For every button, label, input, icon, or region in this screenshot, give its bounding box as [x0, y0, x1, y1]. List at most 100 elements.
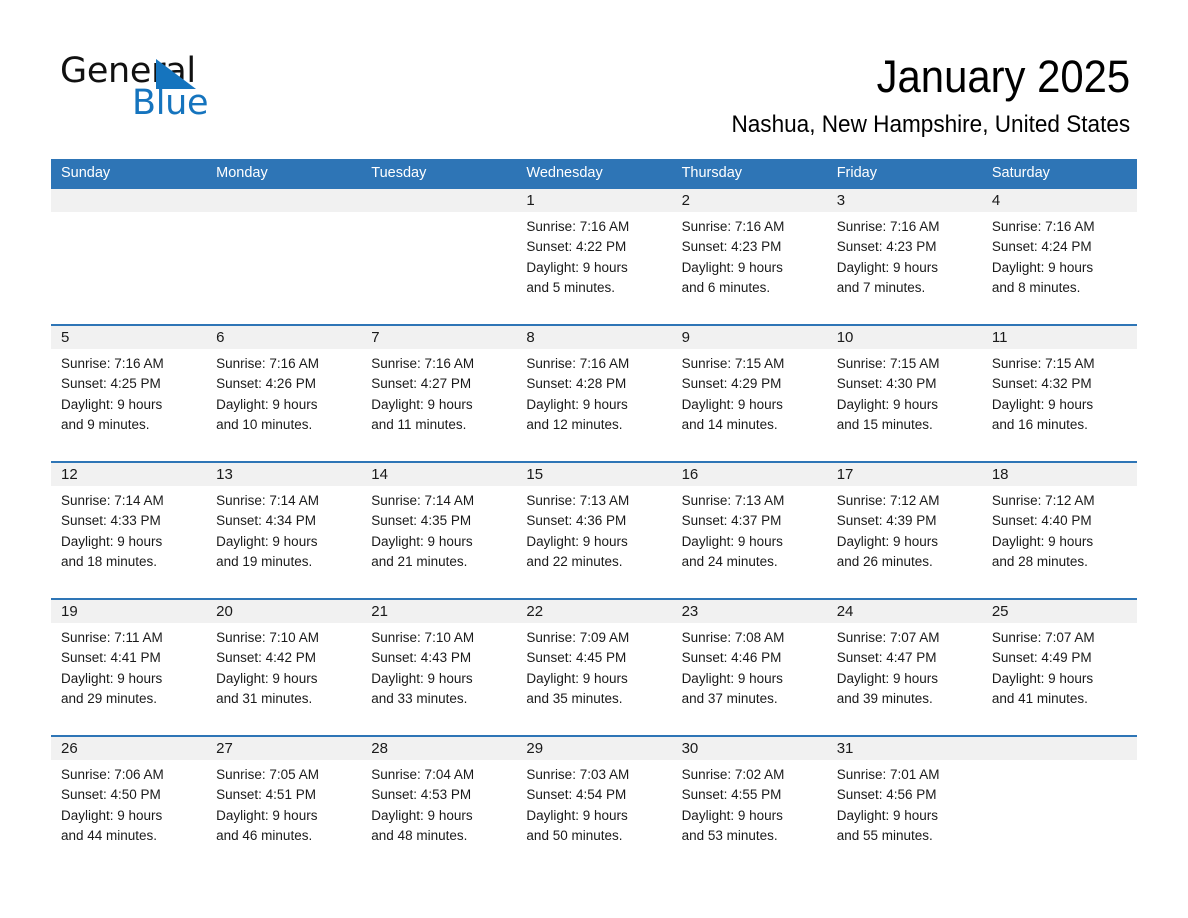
day-number-bar: 24 [826, 600, 982, 623]
day-info-line: Sunset: 4:32 PM [991, 376, 1092, 392]
day-info-line: Sunset: 4:27 PM [371, 376, 472, 392]
day-cell[interactable]: 8 Sunrise: 7:16 AM Sunset: 4:28 PM Daylight… [516, 326, 672, 452]
day-number: 26 [61, 740, 78, 757]
day-cell[interactable]: 1 Sunrise: 7:16 AM Sunset: 4:22 PM Daylight… [516, 189, 672, 315]
day-sun-info [206, 212, 361, 217]
day-info-line: Sunrise: 7:09 AM [526, 630, 630, 645]
day-info-line: Sunset: 4:43 PM [371, 650, 472, 666]
day-sun-info: Sunrise: 7:07 AM Sunset: 4:47 PM Daylight:… [827, 623, 982, 709]
day-info-line: Daylight: 9 hours [836, 533, 939, 549]
day-cell[interactable]: 26 Sunrise: 7:06 AM Sunset: 4:50 PM Dayligh… [51, 737, 207, 863]
title-block: January 2025 Nashua, New Hampshire, Unit… [706, 50, 1130, 139]
day-number: 13 [216, 466, 233, 483]
day-info-line: and 7 minutes. [836, 279, 926, 295]
day-info-line: and 6 minutes. [681, 279, 771, 295]
calendar-week-row: 1 Sunrise: 7:16 AM Sunset: 4:22 PM Daylight… [51, 187, 1137, 315]
day-number: 16 [681, 466, 699, 483]
day-sun-info: Sunrise: 7:14 AM Sunset: 4:34 PM Daylight:… [206, 486, 361, 572]
day-info-line: Daylight: 9 hours [681, 259, 783, 275]
day-number-bar: 10 [826, 326, 982, 349]
day-info-line: Sunset: 4:50 PM [61, 787, 161, 803]
logo-text-blue: Blue [132, 83, 209, 123]
day-cell[interactable]: 5 Sunrise: 7:16 AM Sunset: 4:25 PM Daylight… [51, 326, 207, 452]
day-info-line: Daylight: 9 hours [526, 807, 628, 823]
day-cell[interactable]: 29 Sunrise: 7:03 AM Sunset: 4:54 PM Dayligh… [516, 737, 672, 863]
day-info-line: Sunrise: 7:15 AM [991, 356, 1095, 371]
day-cell[interactable]: 22 Sunrise: 7:09 AM Sunset: 4:45 PM Dayligh… [516, 600, 672, 726]
day-info-line: Sunset: 4:33 PM [61, 513, 161, 529]
day-cell[interactable]: 13 Sunrise: 7:14 AM Sunset: 4:34 PM Dayligh… [206, 463, 362, 589]
day-cell[interactable]: 21 Sunrise: 7:10 AM Sunset: 4:43 PM Dayligh… [361, 600, 517, 726]
day-cell[interactable]: 11 Sunrise: 7:15 AM Sunset: 4:32 PM Dayligh… [981, 326, 1137, 452]
day-number: 9 [681, 329, 690, 346]
day-sun-info: Sunrise: 7:16 AM Sunset: 4:27 PM Daylight:… [361, 349, 516, 435]
day-info-line: Sunrise: 7:14 AM [216, 493, 319, 508]
day-cell[interactable]: 30 Sunrise: 7:02 AM Sunset: 4:55 PM Dayligh… [671, 737, 827, 863]
day-cell[interactable]: 15 Sunrise: 7:13 AM Sunset: 4:36 PM Dayligh… [516, 463, 672, 589]
day-number-bar: 28 [361, 737, 517, 760]
day-sun-info [51, 212, 206, 217]
day-cell[interactable]: 3 Sunrise: 7:16 AM Sunset: 4:23 PM Daylight… [826, 189, 982, 315]
week-spacer [51, 315, 1137, 324]
day-number-bar: 5 [51, 326, 207, 349]
day-cell[interactable]: 27 Sunrise: 7:05 AM Sunset: 4:51 PM Dayligh… [206, 737, 362, 863]
day-info-line: and 44 minutes. [61, 827, 158, 843]
day-info-line: Sunset: 4:51 PM [216, 787, 316, 803]
day-info-line: Daylight: 9 hours [681, 396, 783, 412]
day-info-line: Sunrise: 7:12 AM [836, 493, 940, 508]
day-cell[interactable]: 24 Sunrise: 7:07 AM Sunset: 4:47 PM Dayligh… [826, 600, 982, 726]
calendar-page: General Blue January 2025 Nashua, New Ha… [0, 0, 1188, 918]
day-sun-info: Sunrise: 7:16 AM Sunset: 4:22 PM Daylight:… [516, 212, 671, 298]
day-cell[interactable]: 14 Sunrise: 7:14 AM Sunset: 4:35 PM Dayligh… [361, 463, 517, 589]
day-info-line: Sunrise: 7:16 AM [681, 219, 785, 234]
day-info-line: and 21 minutes. [371, 553, 468, 569]
day-sun-info: Sunrise: 7:14 AM Sunset: 4:35 PM Daylight:… [361, 486, 516, 572]
day-sun-info: Sunrise: 7:16 AM Sunset: 4:23 PM Daylight:… [827, 212, 982, 298]
day-info-line: Daylight: 9 hours [681, 533, 783, 549]
day-cell[interactable]: 2 Sunrise: 7:16 AM Sunset: 4:23 PM Daylight… [671, 189, 827, 315]
day-info-line: Sunrise: 7:05 AM [216, 767, 319, 782]
calendar-week-row: 12 Sunrise: 7:14 AM Sunset: 4:33 PM Dayligh… [51, 461, 1137, 589]
day-sun-info: Sunrise: 7:02 AM Sunset: 4:55 PM Daylight:… [672, 760, 827, 846]
day-cell[interactable]: 19 Sunrise: 7:11 AM Sunset: 4:41 PM Dayligh… [51, 600, 207, 726]
day-number-bar: 7 [361, 326, 517, 349]
day-number-bar [361, 189, 517, 212]
day-sun-info: Sunrise: 7:01 AM Sunset: 4:56 PM Daylight:… [827, 760, 982, 846]
day-info-line: Daylight: 9 hours [836, 807, 939, 823]
day-info-line: and 50 minutes. [526, 827, 623, 843]
day-info-line: and 12 minutes. [526, 416, 623, 432]
day-sun-info: Sunrise: 7:06 AM Sunset: 4:50 PM Daylight:… [51, 760, 206, 846]
day-cell[interactable]: 16 Sunrise: 7:13 AM Sunset: 4:37 PM Dayligh… [671, 463, 827, 589]
day-info-line: Sunrise: 7:07 AM [991, 630, 1095, 645]
day-cell[interactable]: 4 Sunrise: 7:16 AM Sunset: 4:24 PM Daylight… [981, 189, 1137, 315]
day-cell[interactable]: 25 Sunrise: 7:07 AM Sunset: 4:49 PM Dayligh… [981, 600, 1137, 726]
day-sun-info: Sunrise: 7:07 AM Sunset: 4:49 PM Daylight:… [982, 623, 1137, 709]
calendar-table: Sunday Monday Tuesday Wednesday Thursday Frid… [51, 159, 1137, 863]
weekday-header-row: Sunday Monday Tuesday Wednesday Thursday Frid… [51, 159, 1137, 187]
day-cell[interactable]: 20 Sunrise: 7:10 AM Sunset: 4:42 PM Dayligh… [206, 600, 362, 726]
day-cell[interactable]: 31 Sunrise: 7:01 AM Sunset: 4:56 PM Dayligh… [826, 737, 982, 863]
day-info-line: Sunset: 4:26 PM [216, 376, 316, 392]
day-cell[interactable]: 17 Sunrise: 7:12 AM Sunset: 4:39 PM Dayligh… [826, 463, 982, 589]
day-info-line: Sunset: 4:53 PM [371, 787, 472, 803]
general-blue-logo[interactable]: General Blue [60, 52, 320, 124]
day-info-line: Sunrise: 7:16 AM [216, 356, 319, 371]
day-cell[interactable]: 12 Sunrise: 7:14 AM Sunset: 4:33 PM Dayligh… [51, 463, 207, 589]
day-cell[interactable]: 28 Sunrise: 7:04 AM Sunset: 4:53 PM Dayligh… [361, 737, 517, 863]
day-cell[interactable]: 7 Sunrise: 7:16 AM Sunset: 4:27 PM Daylight… [361, 326, 517, 452]
day-sun-info: Sunrise: 7:16 AM Sunset: 4:26 PM Daylight:… [206, 349, 361, 435]
day-cell[interactable]: 9 Sunrise: 7:15 AM Sunset: 4:29 PM Daylight… [671, 326, 827, 452]
day-cell[interactable]: 23 Sunrise: 7:08 AM Sunset: 4:46 PM Dayligh… [671, 600, 827, 726]
day-info-line: Daylight: 9 hours [681, 807, 783, 823]
day-sun-info [361, 212, 516, 217]
day-number: 1 [526, 192, 535, 209]
day-cell[interactable]: 18 Sunrise: 7:12 AM Sunset: 4:40 PM Dayligh… [981, 463, 1137, 589]
day-cell[interactable]: 10 Sunrise: 7:15 AM Sunset: 4:30 PM Dayligh… [826, 326, 982, 452]
day-info-line: Daylight: 9 hours [61, 807, 163, 823]
day-cell[interactable]: 6 Sunrise: 7:16 AM Sunset: 4:26 PM Daylight… [206, 326, 362, 452]
weekday-header-friday: Friday [836, 165, 877, 181]
day-number: 8 [526, 329, 535, 346]
day-sun-info: Sunrise: 7:16 AM Sunset: 4:25 PM Daylight:… [51, 349, 206, 435]
day-number: 11 [991, 329, 1008, 346]
day-info-line: Daylight: 9 hours [991, 259, 1094, 275]
